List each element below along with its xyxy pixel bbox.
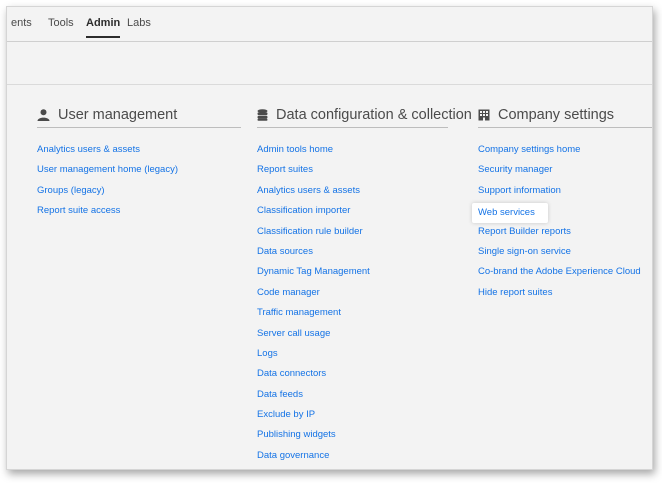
link-analytics-users-assets[interactable]: Analytics users & assets (257, 183, 448, 203)
link-traffic-management[interactable]: Traffic management (257, 305, 448, 325)
section-title: Data configuration & collection (276, 107, 472, 123)
link-analytics-users-assets[interactable]: Analytics users & assets (37, 142, 241, 162)
admin-window: ents Tools Admin Labs User management An… (6, 6, 653, 470)
link-classification-importer[interactable]: Classification importer (257, 203, 448, 223)
subbar-divider (7, 84, 652, 85)
top-nav: ents Tools Admin Labs (7, 7, 652, 42)
section-title: Company settings (498, 107, 615, 123)
tab-components[interactable]: ents (11, 17, 32, 29)
tab-admin[interactable]: Admin (86, 17, 121, 38)
user-icon (37, 109, 50, 121)
link-publishing-widgets[interactable]: Publishing widgets (257, 427, 448, 447)
section-header: Data configuration & collection (257, 103, 472, 128)
company-settings-section: Company settings Company settings home S… (472, 103, 652, 305)
link-report-suite-access[interactable]: Report suite access (37, 203, 241, 223)
tab-admin-label: Admin (86, 17, 121, 29)
user-management-section: User management Analytics users & assets… (37, 103, 241, 224)
link-exclude-by-ip[interactable]: Exclude by IP (257, 407, 448, 427)
link-admin-tools-home[interactable]: Admin tools home (257, 142, 448, 162)
tab-labs[interactable]: Labs (127, 17, 151, 29)
link-report-suites[interactable]: Report suites (257, 162, 448, 182)
link-data-feeds[interactable]: Data feeds (257, 387, 448, 407)
link-list: Admin tools home Report suites Analytics… (257, 142, 448, 468)
section-header: User management (37, 103, 241, 128)
link-support-information[interactable]: Support information (478, 183, 652, 203)
link-data-governance[interactable]: Data governance (257, 448, 448, 468)
link-web-services[interactable]: Web services (472, 203, 652, 224)
section-header: Company settings (478, 103, 652, 128)
link-company-settings-home[interactable]: Company settings home (478, 142, 652, 162)
tab-tools[interactable]: Tools (48, 17, 74, 29)
link-data-connectors[interactable]: Data connectors (257, 366, 448, 386)
link-code-manager[interactable]: Code manager (257, 285, 448, 305)
link-classification-rule-builder[interactable]: Classification rule builder (257, 224, 448, 244)
link-single-sign-on-service[interactable]: Single sign-on service (478, 244, 652, 264)
link-list: Analytics users & assets User management… (37, 142, 241, 224)
link-data-sources[interactable]: Data sources (257, 244, 448, 264)
building-icon (478, 109, 490, 121)
section-title: User management (58, 107, 178, 123)
link-logs[interactable]: Logs (257, 346, 448, 366)
link-co-brand-experience-cloud[interactable]: Co-brand the Adobe Experience Cloud (478, 264, 652, 284)
link-report-builder-reports[interactable]: Report Builder reports (478, 224, 652, 244)
active-tab-underline (86, 36, 121, 38)
link-security-manager[interactable]: Security manager (478, 162, 652, 182)
link-server-call-usage[interactable]: Server call usage (257, 326, 448, 346)
link-dynamic-tag-management[interactable]: Dynamic Tag Management (257, 264, 448, 284)
link-list: Company settings home Security manager S… (472, 142, 652, 305)
link-user-management-home[interactable]: User management home (legacy) (37, 162, 241, 182)
link-groups[interactable]: Groups (legacy) (37, 183, 241, 203)
database-icon (257, 109, 268, 121)
data-config-section: Data configuration & collection Admin to… (257, 103, 472, 468)
link-hide-report-suites[interactable]: Hide report suites (478, 285, 652, 305)
